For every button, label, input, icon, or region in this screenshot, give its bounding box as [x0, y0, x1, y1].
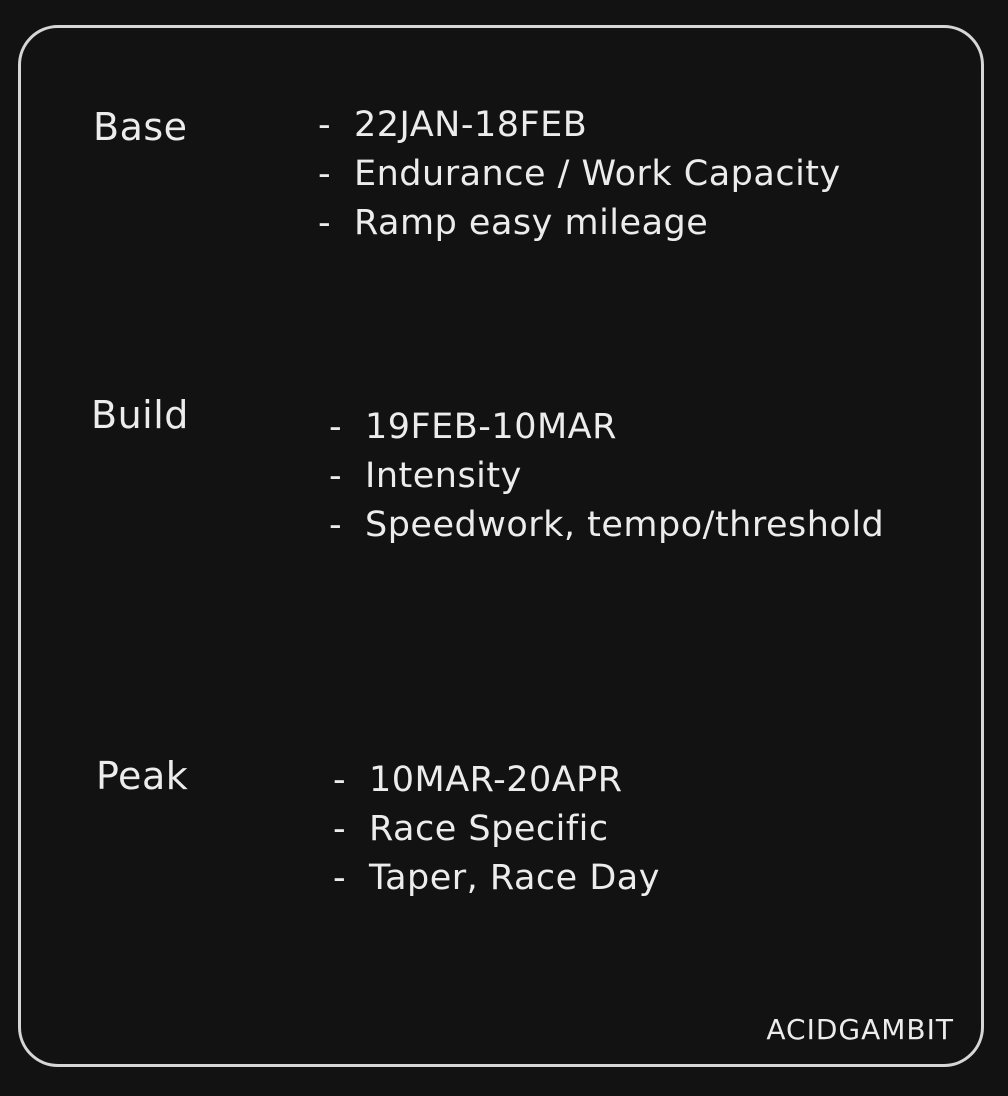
phase-bullets-peak: -10MAR-20APR - Race Specific - Taper, Race…	[333, 756, 660, 903]
phase-label-build: Build	[91, 393, 189, 437]
bullet-item: - Endurance / Work Capacity	[318, 154, 841, 194]
bullet-item: - Taper, Race Day	[333, 858, 660, 898]
bullet-item: - Intensity	[329, 456, 522, 496]
bullet-item: -22JAN-18FEB	[318, 105, 588, 145]
phase-label-base: Base	[93, 105, 188, 149]
bullet-item: - Ramp easy mileage	[318, 203, 709, 243]
phase-label-peak: Peak	[96, 754, 189, 798]
bullet-item: - Race Specific	[333, 809, 609, 849]
bullet-item: - Speedwork, tempo/threshold	[329, 505, 885, 545]
bullet-item: -10MAR-20APR	[333, 760, 623, 800]
author-signature: ACIDGAMBIT	[766, 1013, 954, 1046]
phase-bullets-build: -19FEB-10MAR - Intensity - Speedwork, temp…	[329, 403, 884, 550]
bullet-item: -19FEB-10MAR	[329, 407, 617, 447]
phase-bullets-base: -22JAN-18FEB - Endurance / Work Capacity …	[318, 101, 841, 248]
